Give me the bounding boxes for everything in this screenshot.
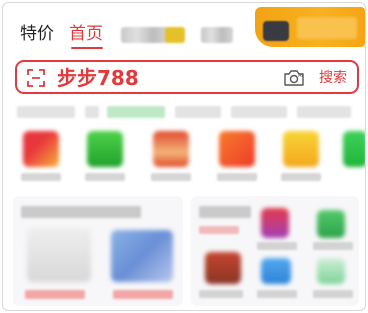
product-caption — [313, 290, 353, 298]
category-icon — [219, 131, 255, 167]
category-icon — [87, 131, 123, 167]
category-item[interactable] — [279, 131, 323, 187]
product-image[interactable] — [27, 228, 91, 282]
filter-chip[interactable] — [175, 106, 221, 118]
filter-chip[interactable] — [17, 106, 75, 118]
filter-chip[interactable] — [231, 106, 287, 118]
product-caption — [257, 290, 297, 298]
product-caption — [199, 226, 239, 234]
product-image[interactable] — [317, 210, 345, 238]
scan-icon[interactable] — [27, 69, 45, 87]
app-frame: 特价 首页 步步788 AI 搜索 — [2, 2, 366, 311]
svg-text:AI: AI — [298, 73, 303, 79]
filter-chip[interactable] — [85, 106, 99, 118]
category-label — [281, 173, 321, 181]
product-image[interactable] — [261, 208, 289, 238]
product-image[interactable] — [205, 252, 241, 284]
tab-home-indicator — [71, 47, 103, 49]
category-item[interactable] — [339, 131, 365, 187]
tab-blurred-1-highlight — [165, 27, 185, 43]
category-item[interactable] — [215, 131, 259, 187]
search-bar[interactable]: 步步788 AI 搜索 — [15, 60, 359, 94]
top-tab-bar: 特价 首页 — [3, 3, 365, 59]
category-item[interactable] — [19, 131, 63, 187]
product-caption — [313, 242, 353, 250]
product-caption — [257, 242, 297, 250]
category-item[interactable] — [149, 131, 193, 187]
card-title-blurred — [199, 206, 251, 218]
product-caption — [199, 290, 243, 298]
search-input[interactable]: 步步788 — [57, 65, 139, 91]
category-item[interactable] — [83, 131, 127, 187]
promo-icon — [263, 21, 289, 41]
product-image[interactable] — [261, 258, 291, 284]
product-image[interactable] — [111, 230, 173, 282]
category-icon — [23, 131, 59, 167]
search-button[interactable]: 搜索 — [319, 68, 347, 88]
category-icon — [343, 131, 365, 167]
category-label — [217, 173, 257, 181]
tab-blurred-1[interactable] — [121, 27, 185, 43]
promo-banner[interactable] — [255, 7, 365, 47]
tab-home[interactable]: 首页 — [69, 24, 103, 44]
product-price — [25, 290, 85, 299]
promo-card-left[interactable] — [13, 196, 183, 306]
product-price — [113, 290, 173, 299]
promo-card-right[interactable] — [191, 196, 359, 306]
category-icon — [153, 131, 189, 167]
category-icon — [283, 131, 319, 167]
filter-chip[interactable] — [107, 106, 165, 118]
tab-special-offer[interactable]: 特价 — [20, 24, 54, 44]
filter-chip[interactable] — [297, 106, 351, 118]
category-label — [85, 173, 125, 181]
category-label — [151, 173, 191, 181]
category-label — [21, 173, 61, 181]
camera-ai-icon[interactable]: AI — [283, 69, 305, 87]
promo-text-blurred — [297, 17, 357, 39]
tab-blurred-2[interactable] — [201, 27, 233, 43]
product-image[interactable] — [317, 258, 345, 284]
card-title-blurred — [21, 206, 141, 218]
